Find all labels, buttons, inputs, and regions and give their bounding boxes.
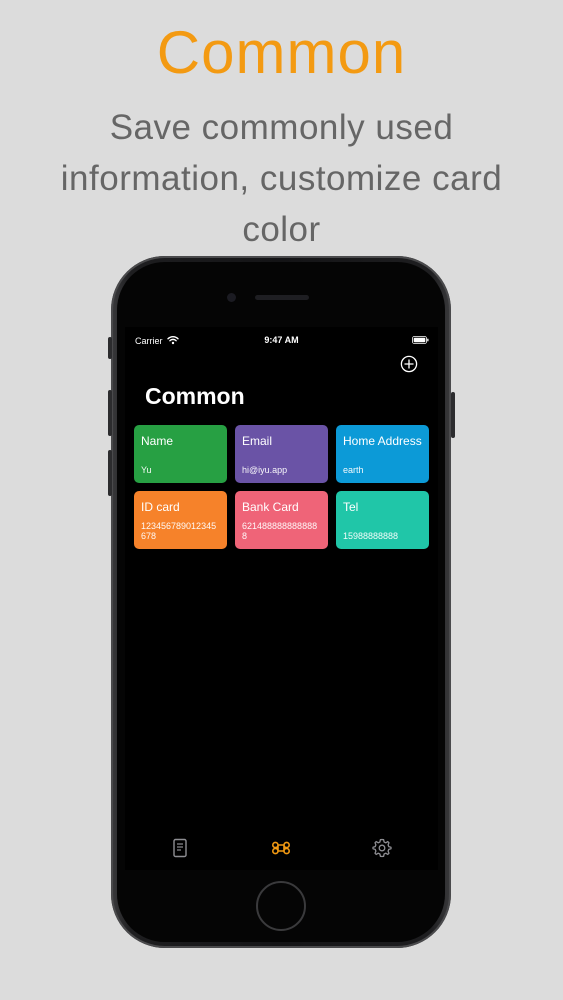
status-time: 9:47 AM <box>264 335 299 345</box>
card-tel[interactable]: Tel 15988888888 <box>336 491 429 549</box>
card-title: ID card <box>141 500 180 514</box>
volume-up-button <box>108 390 112 436</box>
app-screen: Carrier 9:47 AM Common Name Yu Email hi@… <box>125 327 438 870</box>
card-value: Yu <box>141 465 152 475</box>
card-bank-card[interactable]: Bank Card 6214888888888888 <box>235 491 328 549</box>
battery-icon <box>412 336 429 344</box>
card-title: Email <box>242 434 273 448</box>
card-title: Bank Card <box>242 500 299 514</box>
card-value: 15988888888 <box>343 531 399 541</box>
card-value: 123456789012345678 <box>141 521 217 541</box>
document-icon[interactable] <box>168 836 192 860</box>
card-name[interactable]: Name Yu <box>134 425 227 483</box>
card-value: earth <box>343 465 364 475</box>
plus-circle-icon[interactable] <box>400 355 418 373</box>
earpiece-speaker <box>255 295 309 300</box>
card-id-card[interactable]: ID card 123456789012345678 <box>134 491 227 549</box>
command-icon[interactable] <box>269 836 293 860</box>
home-button[interactable] <box>256 881 306 931</box>
promo-subtitle: Save commonly used information, customiz… <box>60 108 503 249</box>
card-email[interactable]: Email hi@iyu.app <box>235 425 328 483</box>
volume-down-button <box>108 450 112 496</box>
page-title: Common <box>145 383 245 409</box>
power-button <box>451 392 455 438</box>
card-title: Tel <box>343 500 359 514</box>
promo-headline: Common <box>156 19 407 86</box>
card-title: Name <box>141 434 174 448</box>
card-value: 6214888888888888 <box>242 521 318 541</box>
gear-icon[interactable] <box>370 836 394 860</box>
front-camera <box>227 293 236 302</box>
card-value: hi@iyu.app <box>242 465 288 475</box>
card-home-address[interactable]: Home Address earth <box>336 425 429 483</box>
card-title: Home Address <box>343 434 422 448</box>
mute-switch <box>108 337 112 359</box>
